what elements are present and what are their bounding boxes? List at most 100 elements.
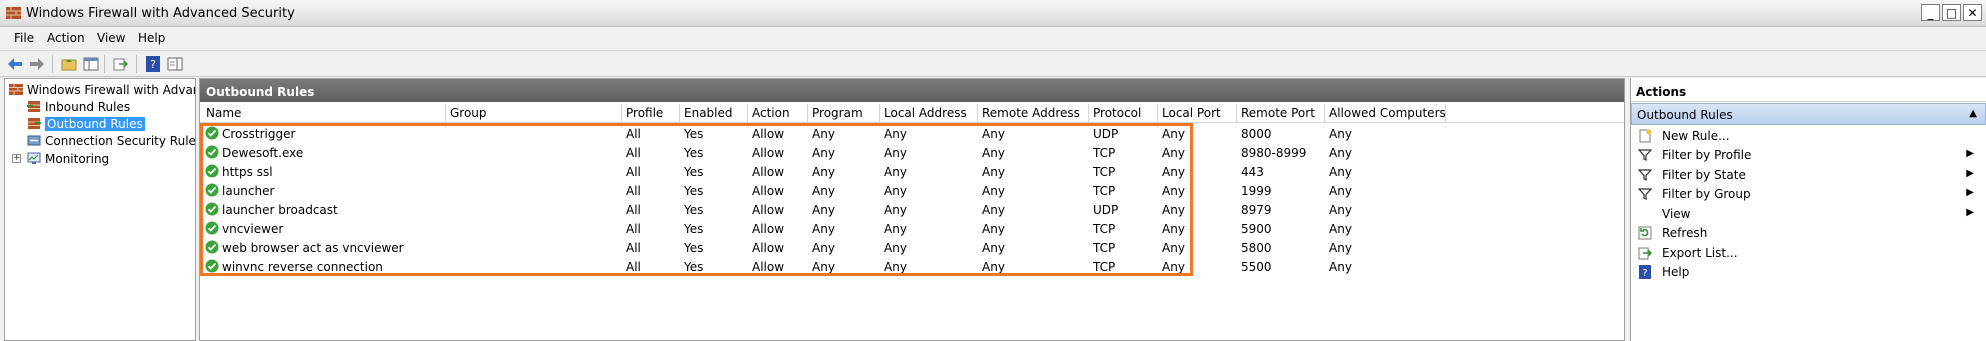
cell-allowed-computers: Any — [1329, 222, 1352, 236]
table-row[interactable]: vncviewer All Yes Allow Any Any Any TCP Any 5900 A… — [200, 219, 1624, 238]
cell-remote-port: 8979 — [1241, 203, 1272, 217]
submenu-arrow-icon: ▶ — [1966, 168, 1974, 179]
cell-remote-port: 443 — [1241, 165, 1264, 179]
up-folder-icon[interactable] — [60, 55, 78, 73]
column-header-name[interactable]: Name — [206, 106, 241, 120]
action-filter-by-group[interactable]: Filter by Group ▶ — [1631, 184, 1986, 203]
column-header-remote-address[interactable]: Remote Address — [982, 106, 1080, 120]
action-view[interactable]: View ▶ — [1631, 204, 1986, 223]
cell-program: Any — [812, 203, 835, 217]
outbound-rules-icon — [28, 118, 41, 129]
column-header-action[interactable]: Action — [752, 106, 790, 120]
column-header-group[interactable]: Group — [450, 106, 487, 120]
action-label: Export List... — [1662, 246, 1738, 260]
action-label: Help — [1662, 265, 1690, 279]
show-hide-tree-icon[interactable] — [82, 55, 100, 73]
export-icon[interactable] — [112, 55, 130, 73]
column-header-enabled[interactable]: Enabled — [684, 106, 733, 120]
tree-item-connection-security-rules[interactable]: Connection Security Rules — [27, 132, 195, 149]
tree-item-inbound-rules[interactable]: Inbound Rules — [27, 98, 130, 115]
table-row[interactable]: Dewesoft.exe All Yes Allow Any Any Any TCP Any 89… — [200, 143, 1624, 162]
action-export-list[interactable]: Export List... — [1631, 243, 1986, 262]
cell-local-port: Any — [1162, 203, 1185, 217]
action-filter-by-state[interactable]: Filter by State ▶ — [1631, 165, 1986, 184]
tree-item-label: Monitoring — [45, 151, 110, 166]
column-divider[interactable] — [747, 104, 748, 122]
column-divider[interactable] — [977, 104, 978, 122]
back-icon[interactable] — [6, 55, 24, 73]
firewall-icon — [9, 84, 23, 95]
column-header-profile[interactable]: Profile — [626, 106, 663, 120]
table-row[interactable]: Crosstrigger All Yes Allow Any Any Any UDP Any 80… — [200, 124, 1624, 143]
cell-program: Any — [812, 260, 835, 274]
table-row[interactable]: launcher broadcast All Yes Allow Any Any Any UD… — [200, 200, 1624, 219]
cell-program: Any — [812, 146, 835, 160]
cell-enabled: Yes — [684, 165, 704, 179]
cell-name: Dewesoft.exe — [222, 146, 304, 160]
cell-name: web browser act as vncviewer — [222, 241, 404, 255]
column-divider[interactable] — [807, 104, 808, 122]
menu-file[interactable]: File — [14, 31, 34, 45]
tree-item-outbound-rules[interactable]: Outbound Rules — [27, 115, 145, 132]
table-row[interactable]: launcher All Yes Allow Any Any Any TCP Any 1999 An… — [200, 181, 1624, 200]
cell-enabled: Yes — [684, 260, 704, 274]
column-divider[interactable] — [679, 104, 680, 122]
show-action-pane-icon[interactable] — [166, 55, 184, 73]
cell-profile: All — [626, 203, 641, 217]
menu-view[interactable]: View — [97, 31, 125, 45]
column-header-protocol[interactable]: Protocol — [1093, 106, 1141, 120]
help-icon[interactable]: ? — [144, 55, 162, 73]
tree-root-firewall[interactable]: Windows Firewall with Advance — [9, 81, 195, 98]
filter-icon — [1637, 167, 1653, 183]
column-divider[interactable] — [621, 104, 622, 122]
column-header-remote-port[interactable]: Remote Port — [1241, 106, 1315, 120]
minimize-button[interactable]: _ — [1921, 4, 1940, 21]
table-row[interactable]: https ssl All Yes Allow Any Any Any TCP Any 443 An… — [200, 162, 1624, 181]
column-divider[interactable] — [1236, 104, 1237, 122]
column-header-allowed-computers[interactable]: Allowed Computers — [1329, 106, 1446, 120]
maximize-button[interactable]: □ — [1942, 4, 1961, 21]
cell-enabled: Yes — [684, 222, 704, 236]
action-new-rule[interactable]: New Rule... — [1631, 126, 1986, 145]
forward-icon[interactable] — [28, 55, 46, 73]
enabled-check-icon — [205, 145, 219, 159]
cell-protocol: UDP — [1093, 203, 1119, 217]
action-help[interactable]: ? Help — [1631, 262, 1986, 281]
menu-help[interactable]: Help — [138, 31, 165, 45]
rules-list-pane: Outbound Rules Name Group Profile Enabled Ac… — [199, 78, 1625, 341]
cell-profile: All — [626, 241, 641, 255]
column-header-program[interactable]: Program — [812, 106, 863, 120]
action-label: Filter by Group — [1662, 187, 1751, 201]
actions-title: Actions — [1631, 78, 1986, 102]
enabled-check-icon — [205, 183, 219, 197]
column-divider[interactable] — [1445, 104, 1446, 122]
column-divider[interactable] — [879, 104, 880, 122]
column-header-local-address[interactable]: Local Address — [884, 106, 967, 120]
cell-remote-port: 5500 — [1241, 260, 1272, 274]
enabled-check-icon — [205, 259, 219, 273]
table-row[interactable]: web browser act as vncviewer All Yes Allow A… — [200, 238, 1624, 257]
enabled-check-icon — [205, 202, 219, 216]
menu-action[interactable]: Action — [47, 31, 85, 45]
new-rule-icon — [1637, 128, 1653, 144]
cell-local-port: Any — [1162, 127, 1185, 141]
action-filter-by-profile[interactable]: Filter by Profile ▶ — [1631, 145, 1986, 164]
close-button[interactable]: ✕ — [1963, 4, 1982, 21]
cell-profile: All — [626, 146, 641, 160]
column-divider[interactable] — [1157, 104, 1158, 122]
column-divider[interactable] — [445, 104, 446, 122]
submenu-arrow-icon: ▶ — [1966, 148, 1974, 159]
tree-item-monitoring[interactable]: Monitoring — [27, 150, 109, 167]
cell-action: Allow — [752, 165, 785, 179]
table-row[interactable]: winvnc reverse connection All Yes Allow Any A… — [200, 257, 1624, 276]
cell-profile: All — [626, 222, 641, 236]
action-refresh[interactable]: Refresh — [1631, 223, 1986, 242]
column-divider[interactable] — [1088, 104, 1089, 122]
expand-monitoring-button[interactable]: + — [12, 154, 21, 163]
action-label: Filter by State — [1662, 168, 1746, 182]
filter-icon — [1637, 186, 1653, 202]
column-divider[interactable] — [1324, 104, 1325, 122]
actions-section-outbound-rules[interactable]: Outbound Rules ▲ — [1631, 103, 1986, 125]
cell-name: launcher — [222, 184, 275, 198]
column-header-local-port[interactable]: Local Port — [1162, 106, 1221, 120]
